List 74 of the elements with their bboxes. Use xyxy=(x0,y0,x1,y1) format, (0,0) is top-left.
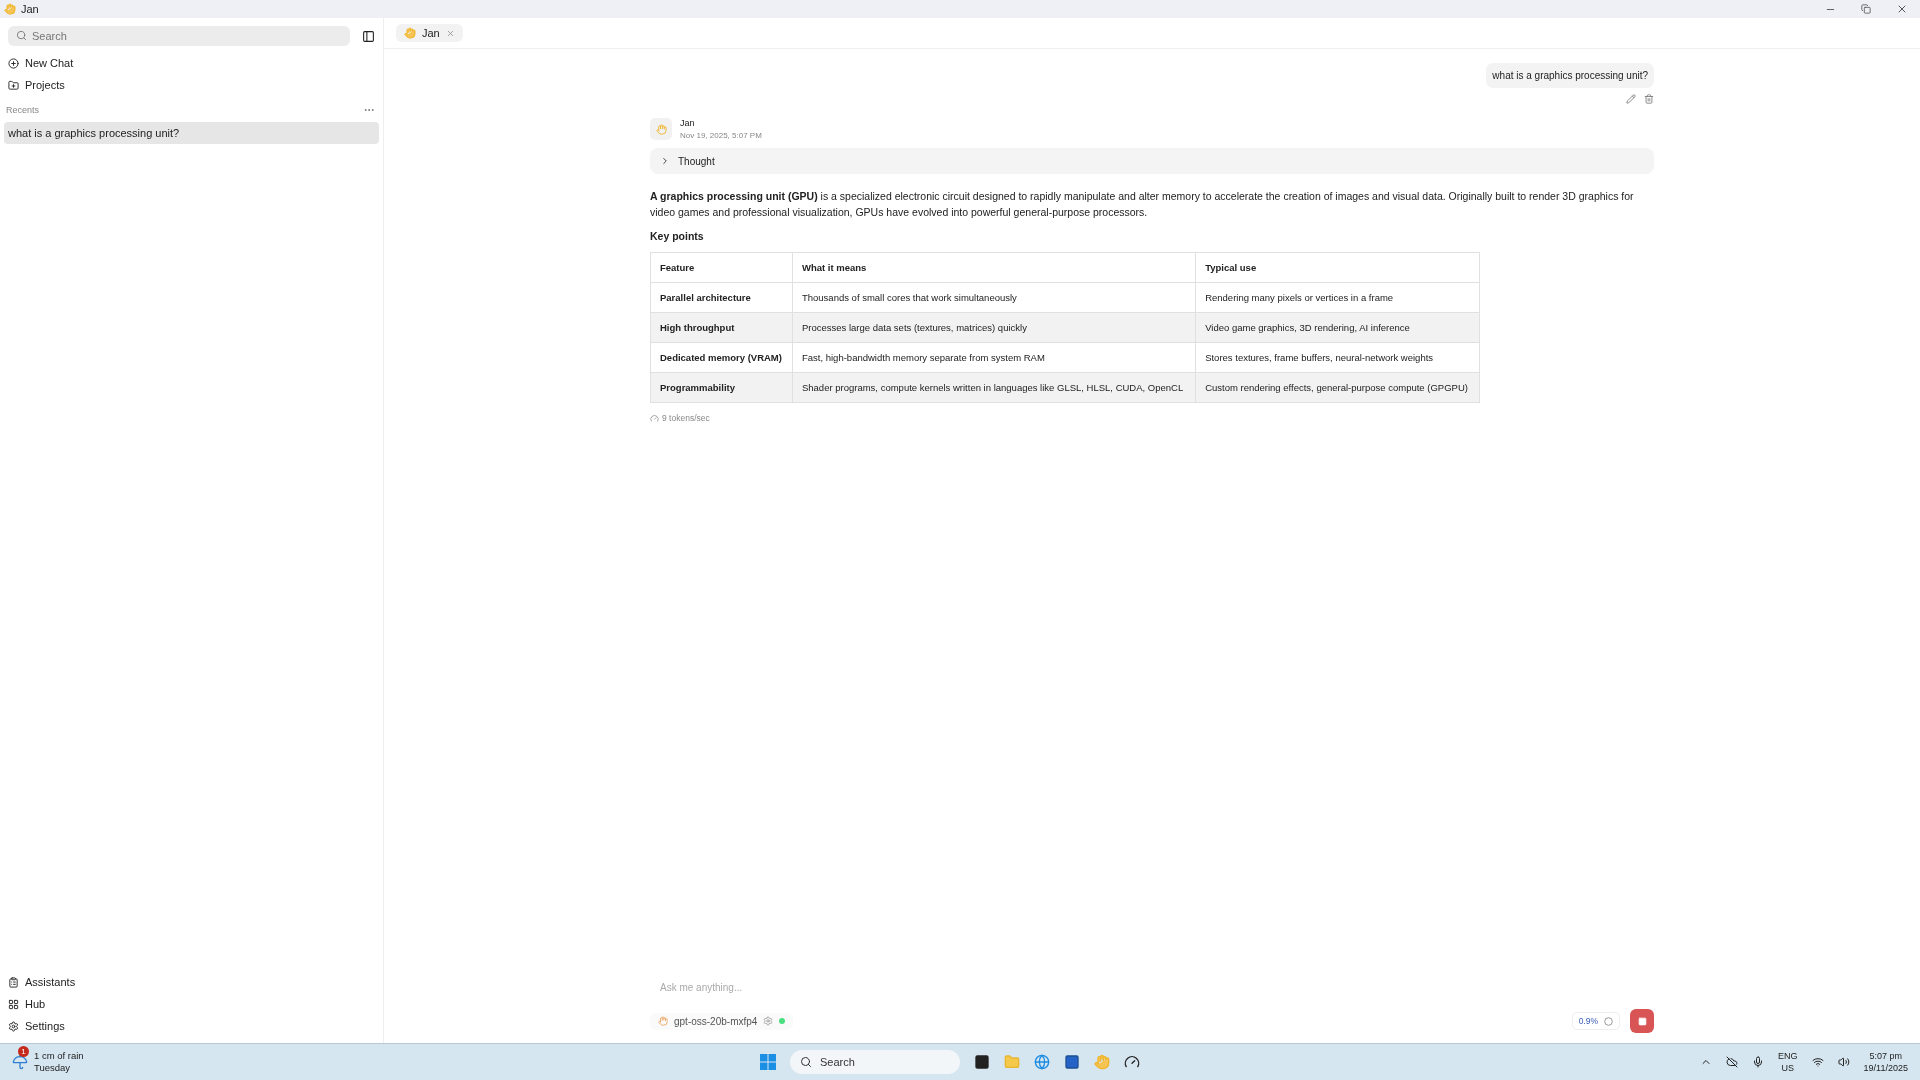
cloud-icon[interactable] xyxy=(1726,1056,1739,1068)
status-dot xyxy=(779,1018,786,1024)
nav-item[interactable]: New Chat xyxy=(4,52,379,74)
table-cell: Rendering many pixels or vertices in a frame xyxy=(1195,282,1480,313)
volume-icon[interactable] xyxy=(1837,1056,1850,1068)
token-speed: 9 tokens/sec xyxy=(650,413,1654,423)
weather-title: 1 cm of rain xyxy=(34,1050,84,1062)
search-icon xyxy=(16,30,27,41)
table-header: What it means xyxy=(792,252,1196,283)
nav-item[interactable]: Hub xyxy=(4,993,379,1015)
grid-icon xyxy=(8,998,19,1010)
umbrella-icon xyxy=(12,1054,28,1070)
window-icon[interactable] xyxy=(974,1054,990,1070)
search-icon xyxy=(800,1056,812,1068)
table-cell: Processes large data sets (textures, matrices) quickly xyxy=(792,312,1196,343)
ring-icon xyxy=(1604,1016,1613,1026)
sidebar-toggle-icon[interactable] xyxy=(362,29,375,43)
stop-icon xyxy=(1637,1016,1647,1026)
clipboard-icon xyxy=(8,976,19,988)
table-cell: Video game graphics, 3D rendering, AI inference xyxy=(1195,312,1480,343)
app-icon[interactable] xyxy=(1124,1054,1140,1070)
language-indicator[interactable]: ENG US xyxy=(1778,1050,1798,1074)
edit-icon[interactable] xyxy=(1626,94,1636,104)
hand-icon xyxy=(4,3,16,15)
settings-icon xyxy=(763,1016,774,1026)
delete-icon[interactable] xyxy=(1644,94,1654,104)
window-title: Jan xyxy=(21,3,39,15)
browser-icon[interactable] xyxy=(1034,1054,1050,1070)
store-icon[interactable] xyxy=(1064,1054,1080,1070)
hand-icon xyxy=(658,1016,668,1026)
table-cell: Parallel architecture xyxy=(650,282,793,313)
notification-badge: 1 xyxy=(18,1046,29,1057)
close-icon xyxy=(1896,3,1908,15)
model-selector[interactable]: gpt-oss-20b-mxfp4 xyxy=(650,1012,794,1030)
thought-toggle[interactable]: Thought xyxy=(650,148,1654,174)
hand-icon xyxy=(655,123,667,135)
table-cell: Shader programs, compute kernels written in languages like GLSL, HLSL, CUDA, OpenCL xyxy=(792,372,1196,403)
author-name: Jan xyxy=(680,118,696,128)
answer-paragraph: A graphics processing unit (GPU) is a specialized electronic circuit designed to rapidly manipulate and alter memory to accelerate the creation of images and visual data. Originally built to render 3D graphics for video games and professional visualization, GPUs have evolved into powerful general-purpose processors. xyxy=(650,189,1635,220)
plus-circle-icon xyxy=(8,57,19,69)
nav-item[interactable]: Assistants xyxy=(4,971,379,993)
table-header: Feature xyxy=(650,252,793,283)
close-icon[interactable] xyxy=(445,28,455,38)
table-cell: Dedicated memory (VRAM) xyxy=(650,342,793,373)
chevron-icon xyxy=(660,156,670,166)
table-cell: Thousands of small cores that work simultaneously xyxy=(792,282,1196,313)
clock[interactable]: 5:07 pm 19/11/2025 xyxy=(1863,1050,1908,1074)
recent-chat[interactable]: what is a graphics processing unit? xyxy=(4,122,379,144)
chat-tab[interactable]: Jan xyxy=(396,24,463,42)
hand-icon xyxy=(404,27,416,39)
search-field[interactable]: Search xyxy=(8,26,350,46)
nav-item[interactable]: Settings xyxy=(4,1015,379,1037)
weather-day: Tuesday xyxy=(34,1062,84,1074)
restore-icon xyxy=(1861,4,1871,14)
message-time: Nov 19, 2025, 5:07 PM xyxy=(680,131,762,140)
table-header: Typical use xyxy=(1195,252,1480,283)
microphone-icon[interactable] xyxy=(1752,1056,1765,1068)
taskbar-search[interactable]: Search xyxy=(790,1050,960,1074)
table-cell: High throughput xyxy=(650,312,793,343)
user-message: what is a graphics processing unit? xyxy=(1486,63,1654,88)
folder-icon xyxy=(8,79,19,91)
table-cell: Custom rendering effects, general-purpose compute (GPGPU) xyxy=(1195,372,1480,403)
context-usage: 0.9% xyxy=(1571,1012,1620,1030)
table-cell: Stores textures, frame buffers, neural-network weights xyxy=(1195,342,1480,373)
section-heading: Key points xyxy=(650,230,705,242)
nav-item[interactable]: Projects xyxy=(4,74,379,96)
wifi-icon[interactable] xyxy=(1811,1056,1824,1068)
table-cell: Programmability xyxy=(650,372,793,403)
gauge-icon xyxy=(650,413,659,423)
section-label: Recents xyxy=(6,105,40,115)
table-cell: Fast, high-bandwidth memory separate from system RAM xyxy=(792,342,1196,373)
settings-icon xyxy=(8,1020,19,1032)
windows-start-icon[interactable] xyxy=(760,1054,776,1070)
stop-button[interactable] xyxy=(1630,1009,1654,1033)
